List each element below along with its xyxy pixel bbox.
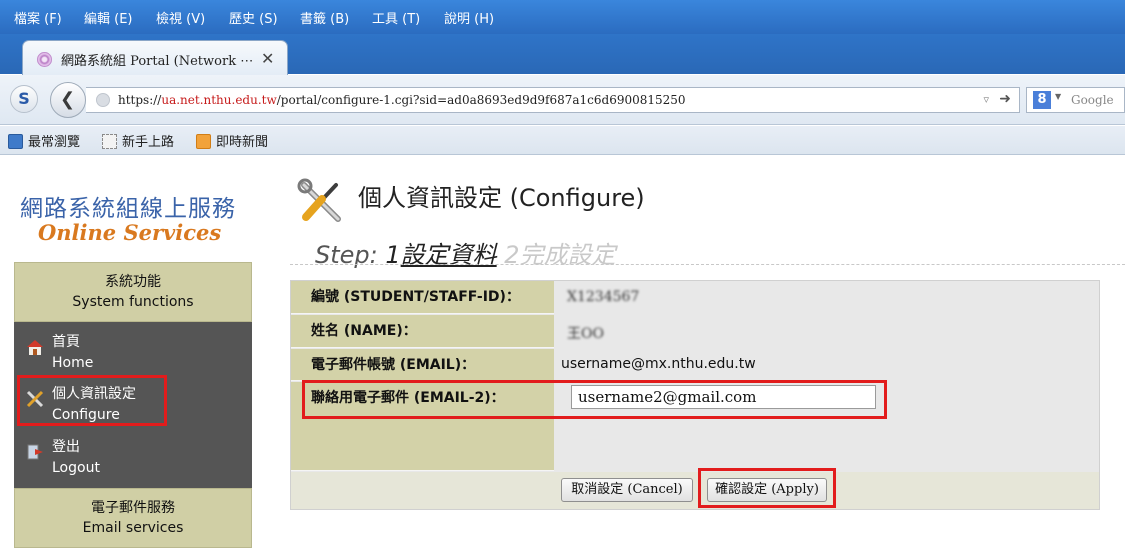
highlight-configure-menu <box>17 375 167 426</box>
url-prefix: https:// <box>118 93 162 107</box>
menu-bar: 檔案 (F) 編輯 (E) 檢視 (V) 歷史 (S) 書籤 (B) 工具 (T… <box>0 0 1125 34</box>
search-placeholder: Google <box>1071 93 1114 107</box>
page-icon <box>102 134 117 149</box>
search-box[interactable]: 8 ▼ Google <box>1026 87 1125 113</box>
menu-tools[interactable]: 工具 (T) <box>372 8 420 27</box>
url-path: /portal/configure-1.cgi?sid=ad0a8693ed9d… <box>276 93 686 107</box>
id-label: 編號 (STUDENT/STAFF-ID)： <box>291 281 554 314</box>
site-identity-icon[interactable] <box>96 93 110 107</box>
highlight-apply-button <box>698 468 836 508</box>
google-logo-icon[interactable]: 8 <box>1033 91 1051 109</box>
bookmark-most-visited[interactable]: 最常瀏覽 <box>8 131 80 150</box>
rss-feed-icon <box>196 134 211 149</box>
bookmarks-toolbar: 最常瀏覽 新手上路 即時新聞 <box>0 126 1125 155</box>
menu-edit[interactable]: 編輯 (E) <box>84 8 133 27</box>
section-label-en: System functions <box>72 294 194 310</box>
url-text: https://ua.net.nthu.edu.tw/portal/config… <box>118 93 686 107</box>
configure-tools-icon <box>297 178 341 222</box>
tab-title: 網路系統組 Portal (Network ⋯ <box>61 54 254 69</box>
sidebar-item-logout[interactable]: 登出 Logout <box>24 437 224 481</box>
browser-tab[interactable]: 網路系統組 Portal (Network ⋯ ✕ <box>22 40 288 76</box>
s-extension-icon[interactable]: S <box>10 85 38 113</box>
menu-bookmarks[interactable]: 書籤 (B) <box>300 8 349 27</box>
address-bar[interactable]: https://ua.net.nthu.edu.tw/portal/config… <box>86 87 1020 113</box>
folder-icon <box>8 134 23 149</box>
site-title-zh: 網路系統組線上服務 <box>20 196 236 222</box>
email-label: 電子郵件帳號 (EMAIL)： <box>291 349 554 381</box>
sidebar-section-email: 電子郵件服務 Email services <box>14 488 252 548</box>
menu-help[interactable]: 說明 (H) <box>444 8 494 27</box>
menu-file[interactable]: 檔案 (F) <box>14 8 62 27</box>
back-arrow-icon: ❮ <box>60 89 76 110</box>
id-value: X1234567 <box>567 289 640 305</box>
section-label-zh: 電子郵件服務 <box>91 500 175 516</box>
history-dropdown-icon[interactable]: ▿ <box>983 93 989 106</box>
site-favicon-icon <box>37 52 52 67</box>
go-arrow-icon[interactable]: ➜ <box>999 91 1011 107</box>
url-domain: ua.net.nthu.edu.tw <box>161 93 277 107</box>
back-button[interactable]: ❮ <box>50 82 86 118</box>
search-engine-dropdown-icon[interactable]: ▼ <box>1055 92 1061 101</box>
cancel-button[interactable]: 取消設定 (Cancel) <box>561 478 693 502</box>
divider <box>290 264 1125 265</box>
logout-icon <box>27 444 43 460</box>
menu-history[interactable]: 歷史 (S) <box>229 8 278 27</box>
page-content: 網路系統組線上服務 Online Services 系統功能 System fu… <box>0 156 1125 548</box>
button-row: 取消設定 (Cancel) 確認設定 (Apply) <box>291 472 1099 509</box>
sidebar-section-system: 系統功能 System functions <box>14 262 252 322</box>
page-title: 個人資訊設定 (Configure) <box>358 184 645 212</box>
menu-view[interactable]: 檢視 (V) <box>156 8 205 27</box>
highlight-email2-row <box>302 380 887 419</box>
name-label: 姓名 (NAME)： <box>291 315 554 348</box>
section-label-zh: 系統功能 <box>105 274 161 290</box>
bookmark-getting-started[interactable]: 新手上路 <box>102 131 174 150</box>
sidebar-item-home[interactable]: 首頁 Home <box>24 332 224 376</box>
name-value: 王OO <box>567 326 604 342</box>
bookmark-latest-headlines[interactable]: 即時新聞 <box>196 131 268 150</box>
navigation-bar: S ❮ https://ua.net.nthu.edu.tw/portal/co… <box>0 75 1125 125</box>
home-icon <box>27 340 43 355</box>
email-value: username@mx.nthu.edu.tw <box>561 356 756 372</box>
section-label-en: Email services <box>82 520 184 536</box>
site-title-en: Online Services <box>38 220 222 245</box>
close-tab-icon[interactable]: ✕ <box>261 49 274 68</box>
